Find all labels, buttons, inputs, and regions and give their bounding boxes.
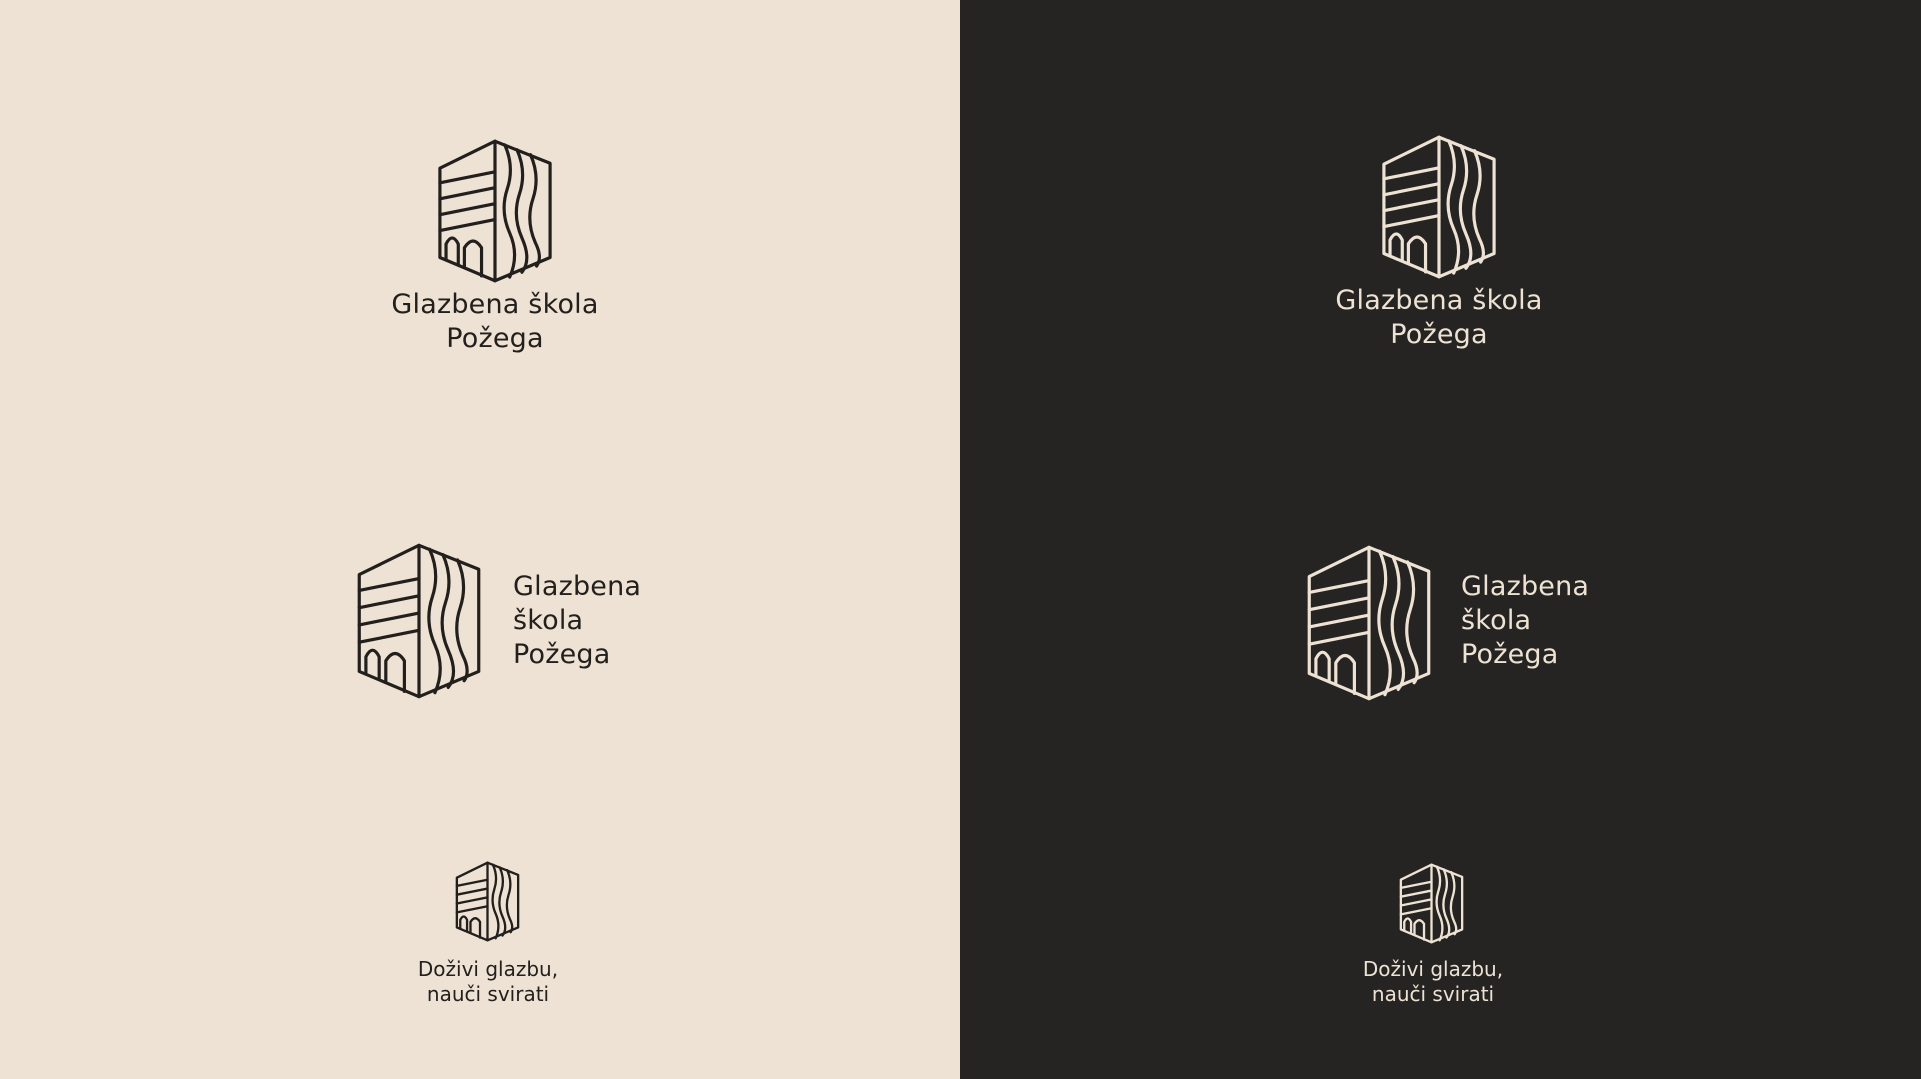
school-name-line-1: Glazbena škola (1335, 285, 1543, 316)
tagline: Doživi glazbu, nauči svirati (1313, 957, 1553, 1007)
dark-panel: Glazbena škola Požega Glazbena škola Pož… (960, 0, 1921, 1079)
tagline-line-2: nauči svirati (426, 982, 550, 1006)
school-logo-icon (1307, 545, 1431, 701)
light-panel: Glazbena škola Požega Glazbena škola Pož… (0, 0, 960, 1079)
horizontal-wordmark: Glazbena škola Požega (1461, 570, 1589, 672)
school-name-line-2: škola (513, 605, 584, 636)
school-name-line-2: škola (1461, 605, 1532, 636)
school-name-line-3: Požega (1461, 639, 1559, 670)
school-name-line-2: Požega (1390, 319, 1488, 350)
school-name-line-2: Požega (446, 323, 544, 354)
school-name-line-3: Požega (513, 639, 611, 670)
stacked-wordmark: Glazbena škola Požega (1299, 284, 1579, 352)
school-logo-icon (455, 861, 520, 942)
horizontal-wordmark: Glazbena škola Požega (513, 570, 641, 672)
tagline-line-1: Doživi glazbu, (1362, 957, 1504, 981)
school-name-line-1: Glazbena (1461, 571, 1590, 602)
tagline: Doživi glazbu, nauči svirati (368, 957, 608, 1007)
school-name-line-1: Glazbena (513, 571, 642, 602)
school-logo-icon (357, 543, 481, 699)
stacked-wordmark: Glazbena škola Požega (355, 288, 635, 356)
school-name-line-1: Glazbena škola (391, 289, 599, 320)
school-logo-icon (1382, 135, 1496, 279)
tagline-line-2: nauči svirati (1371, 982, 1495, 1006)
school-logo-icon (1399, 863, 1464, 944)
tagline-line-1: Doživi glazbu, (417, 957, 559, 981)
school-logo-icon (438, 139, 552, 283)
